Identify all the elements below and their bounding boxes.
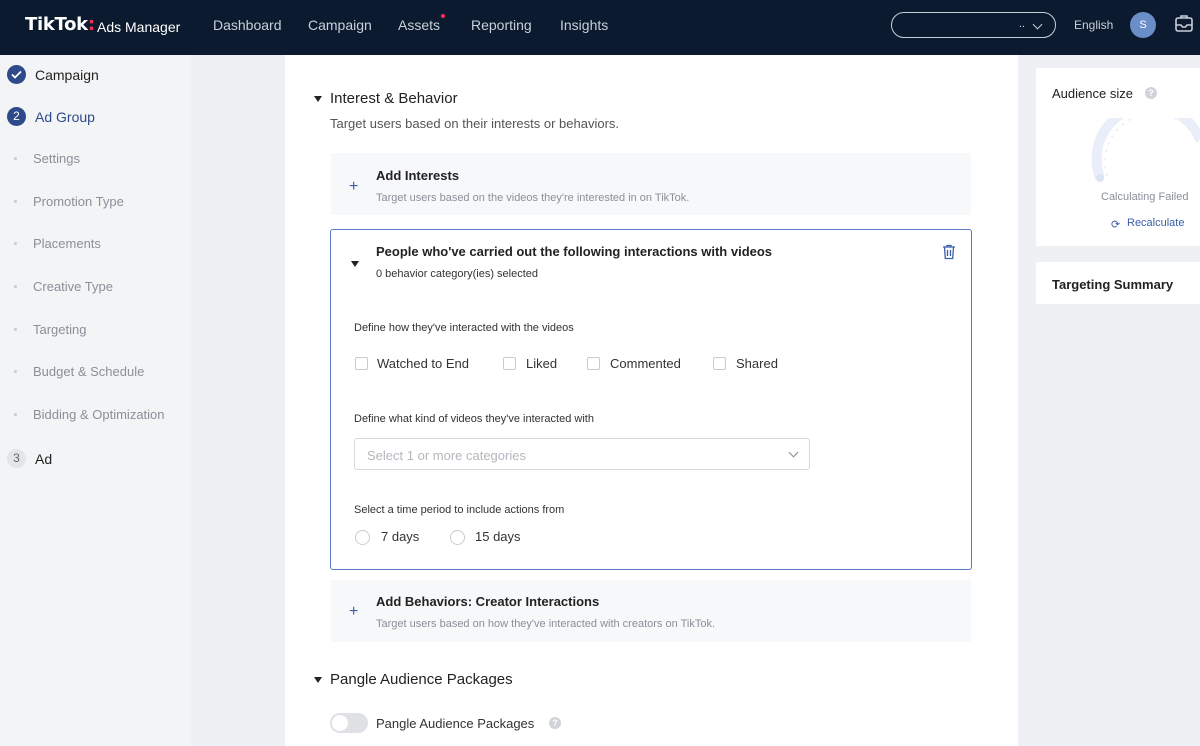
section-subtitle: Target users based on their interests or…	[330, 116, 620, 131]
toggle-knob	[332, 715, 348, 731]
bullet-dot	[14, 242, 17, 245]
sidebar-step-label: Ad Group	[35, 109, 95, 125]
account-selector-value: ..	[1018, 18, 1025, 30]
targeting-summary-title: Targeting Summary	[1052, 277, 1174, 292]
brand-product-name: Ads Manager	[97, 19, 181, 35]
avatar[interactable]: S	[1130, 12, 1156, 38]
behavior-count: 0 behavior category(ies) selected	[376, 268, 539, 280]
sidebar-item-targeting[interactable]: Targeting	[0, 318, 191, 342]
bullet-dot	[14, 328, 17, 331]
sidebar-item-creative-type[interactable]: Creative Type	[0, 275, 191, 299]
step-number: 2	[7, 107, 26, 126]
trash-icon[interactable]	[942, 244, 956, 260]
section-title-pangle: Pangle Audience Packages	[330, 671, 513, 688]
plus-icon[interactable]: +	[349, 603, 358, 621]
checkbox-liked[interactable]	[503, 357, 516, 370]
video-interactions-title: People who've carried out the following …	[376, 244, 773, 259]
add-creator-interactions-row[interactable]	[331, 580, 971, 642]
add-creator-interactions-desc: Target users based on how they've intera…	[376, 618, 715, 630]
sidebar-item-label: Promotion Type	[33, 194, 124, 209]
interaction-label: Define how they've interacted with the v…	[354, 322, 574, 334]
add-creator-interactions-title: Add Behaviors: Creator Interactions	[376, 594, 600, 609]
help-icon[interactable]: ?	[549, 717, 561, 729]
nav-assets[interactable]: Assets	[398, 17, 440, 33]
recalculate-link[interactable]: Recalculate	[1127, 217, 1184, 229]
chevron-down-icon	[1032, 19, 1043, 30]
nav-dashboard[interactable]: Dashboard	[213, 17, 282, 33]
checkmark-icon	[7, 65, 26, 84]
time-period-label: Select a time period to include actions …	[354, 504, 565, 516]
sidebar-step-label: Campaign	[35, 67, 99, 83]
top-nav-bar: TikTok: Ads Manager Dashboard Campaign A…	[0, 0, 1200, 55]
bullet-dot	[14, 200, 17, 203]
checkbox-label[interactable]: Liked	[526, 356, 557, 371]
checkbox-watched-to-end[interactable]	[355, 357, 368, 370]
notification-dot	[441, 14, 445, 18]
sidebar-step-label: Ad	[35, 451, 53, 467]
category-select-placeholder: Select 1 or more categories	[367, 448, 526, 463]
sidebar-step-campaign[interactable]: Campaign	[0, 63, 191, 87]
category-label: Define what kind of videos they've inter…	[354, 413, 594, 425]
radio-label[interactable]: 15 days	[475, 529, 521, 544]
nav-campaign[interactable]: Campaign	[308, 17, 372, 33]
bullet-dot	[14, 370, 17, 373]
sidebar-item-label: Targeting	[33, 322, 87, 337]
sidebar-item-label: Creative Type	[33, 279, 113, 294]
section-title-interest-behavior: Interest & Behavior	[330, 90, 458, 107]
add-interests-title: Add Interests	[376, 168, 460, 183]
sidebar-item-label: Bidding & Optimization	[33, 407, 165, 422]
checkbox-label[interactable]: Shared	[736, 356, 778, 371]
sidebar-item-label: Placements	[33, 236, 101, 251]
nav-reporting[interactable]: Reporting	[471, 17, 532, 33]
radio-7-days[interactable]	[355, 530, 370, 545]
sidebar-item-placements[interactable]: Placements	[0, 232, 191, 256]
checkbox-label[interactable]: Watched to End	[377, 356, 469, 371]
pangle-toggle-label: Pangle Audience Packages	[376, 716, 535, 731]
video-interactions-panel	[330, 229, 972, 570]
account-selector[interactable]: ..	[891, 12, 1056, 38]
collapse-triangle-icon[interactable]	[314, 96, 322, 102]
checkbox-commented[interactable]	[587, 357, 600, 370]
sidebar-item-bidding-optimization[interactable]: Bidding & Optimization	[0, 403, 191, 427]
sidebar-item-promotion-type[interactable]: Promotion Type	[0, 190, 191, 214]
radio-label[interactable]: 7 days	[381, 529, 419, 544]
bullet-dot	[14, 157, 17, 160]
audience-size-title: Audience size	[1052, 86, 1133, 101]
tiktok-logo[interactable]: TikTok:	[25, 14, 95, 35]
sidebar-item-label: Settings	[33, 151, 80, 166]
collapse-triangle-icon[interactable]	[314, 677, 322, 683]
calc-status: Calculating Failed	[1101, 191, 1189, 203]
refresh-icon[interactable]: ⟳	[1111, 218, 1120, 231]
sidebar-step-ad[interactable]: 3 Ad	[0, 447, 191, 471]
help-icon[interactable]: ?	[1145, 87, 1157, 99]
chevron-down-icon	[788, 447, 799, 458]
sidebar-item-label: Budget & Schedule	[33, 364, 145, 379]
nav-insights[interactable]: Insights	[560, 17, 608, 33]
step-number: 3	[7, 449, 26, 468]
add-interests-row[interactable]	[331, 153, 971, 215]
inbox-icon[interactable]	[1174, 14, 1194, 34]
add-interests-desc: Target users based on the videos they're…	[376, 192, 690, 204]
bullet-dot	[14, 413, 17, 416]
collapse-triangle-icon[interactable]	[351, 261, 359, 267]
radio-15-days[interactable]	[450, 530, 465, 545]
category-select[interactable]: Select 1 or more categories	[354, 438, 810, 470]
pangle-toggle[interactable]	[330, 713, 368, 733]
sidebar-step-ad-group[interactable]: 2 Ad Group	[0, 105, 191, 129]
sidebar-item-settings[interactable]: Settings	[0, 147, 191, 171]
checkbox-label[interactable]: Commented	[610, 356, 681, 371]
bullet-dot	[14, 285, 17, 288]
plus-icon[interactable]: +	[349, 178, 358, 196]
audience-gauge	[1091, 118, 1200, 182]
language-selector[interactable]: English	[1074, 18, 1113, 32]
checkbox-shared[interactable]	[713, 357, 726, 370]
sidebar-item-budget-schedule[interactable]: Budget & Schedule	[0, 360, 191, 384]
